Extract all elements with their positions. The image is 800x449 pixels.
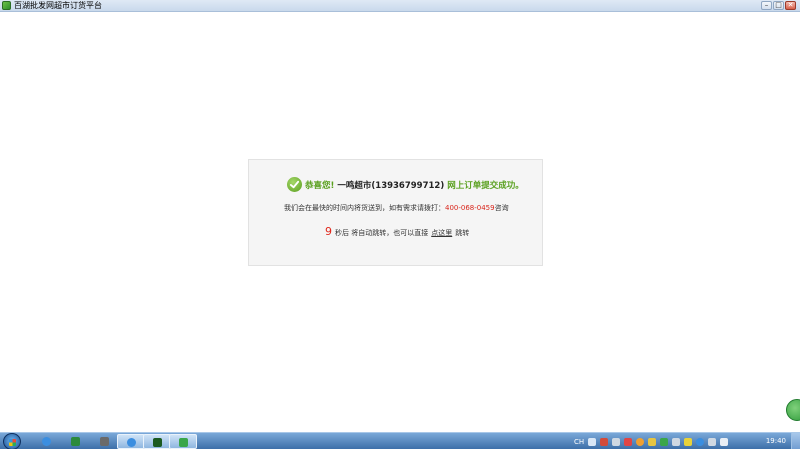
- clock[interactable]: 19:40: [766, 437, 786, 445]
- success-headline: 恭喜您! 一鸣超市(13936799712) 网上订单提交成功。: [287, 177, 524, 192]
- keyboard-icon[interactable]: [588, 437, 597, 446]
- network-icon[interactable]: [672, 437, 681, 446]
- check-icon: [287, 177, 302, 192]
- page-content: 恭喜您! 一鸣超市(13936799712) 网上订单提交成功。 我们会在最快的…: [0, 13, 800, 432]
- flag-icon[interactable]: [708, 437, 717, 446]
- bitcoin-icon[interactable]: [636, 437, 645, 446]
- calculator-icon: [100, 437, 109, 446]
- mute-icon[interactable]: [624, 437, 633, 446]
- hotline-phone: 400-068-0459: [445, 204, 495, 212]
- taskbar-cart[interactable]: [169, 434, 197, 449]
- show-desktop-button[interactable]: [791, 433, 800, 449]
- redirect-prefix: 秒后 将自动跳转，也可以直接: [335, 229, 429, 237]
- taskbar: CH 19:40: [0, 432, 800, 449]
- app-icon: [2, 1, 11, 10]
- redirect-suffix: 跳转: [455, 229, 470, 237]
- taskbar-calculator[interactable]: [91, 434, 119, 449]
- ie-icon: [42, 437, 51, 446]
- countdown-seconds: 9: [325, 225, 332, 238]
- success-text: 网上订单提交成功。: [447, 180, 524, 191]
- minimize-button[interactable]: –: [761, 1, 772, 10]
- taskbar-terminal[interactable]: [143, 434, 171, 449]
- store-name: 一鸣超市(13936799712): [337, 180, 445, 191]
- window-controls: – □ ✕: [761, 1, 796, 10]
- volume-icon[interactable]: [720, 437, 729, 446]
- close-button[interactable]: ✕: [785, 1, 796, 10]
- delivery-info: 我们会在最快的时间内将货送到，如有需求请拨打：400-068-0459咨询: [284, 203, 509, 213]
- cart-icon: [179, 438, 188, 447]
- update-icon[interactable]: [696, 437, 705, 446]
- ie-icon: [127, 438, 136, 447]
- redirect-link[interactable]: 点这里: [431, 228, 452, 238]
- excel-icon: [71, 437, 80, 446]
- terminal-icon: [153, 438, 162, 447]
- language-indicator[interactable]: CH: [574, 438, 584, 446]
- window-titlebar: 百湖批发网超市订货平台 – □ ✕: [0, 0, 800, 12]
- user-icon[interactable]: [600, 437, 609, 446]
- taskbar-excel[interactable]: [62, 434, 90, 449]
- taskbar-ie[interactable]: [33, 434, 61, 449]
- tools-icon[interactable]: [612, 437, 621, 446]
- delivery-info-prefix: 我们会在最快的时间内将货送到，如有需求请拨打：: [284, 204, 445, 212]
- windows-logo-icon: [9, 439, 16, 446]
- order-success-box: 恭喜您! 一鸣超市(13936799712) 网上订单提交成功。 我们会在最快的…: [248, 159, 543, 266]
- delivery-info-suffix: 咨询: [494, 204, 509, 212]
- floating-widget-icon[interactable]: [786, 399, 800, 421]
- window-title: 百湖批发网超市订货平台: [14, 0, 102, 10]
- start-button[interactable]: [3, 433, 21, 449]
- congrats-text: 恭喜您!: [305, 180, 335, 191]
- security-icon[interactable]: [684, 437, 693, 446]
- taskbar-ie-active[interactable]: [117, 434, 145, 449]
- folder-icon[interactable]: [648, 437, 657, 446]
- maximize-button[interactable]: □: [773, 1, 784, 10]
- redirect-notice: 9 秒后 将自动跳转，也可以直接 点这里 跳转: [325, 225, 469, 238]
- shield-icon[interactable]: [660, 437, 669, 446]
